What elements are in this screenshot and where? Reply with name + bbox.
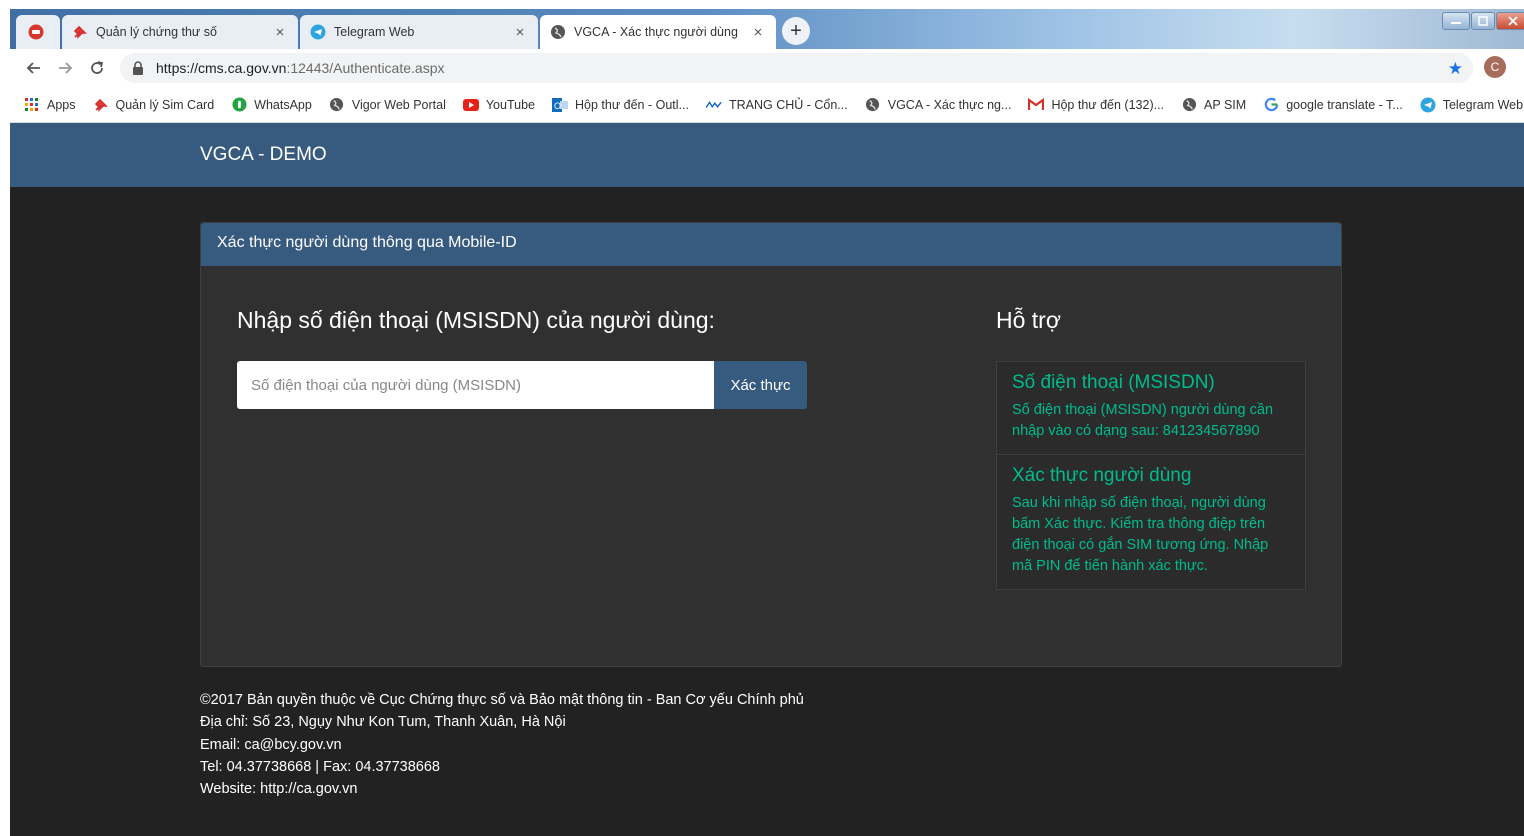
- telegram-icon: [310, 24, 326, 40]
- profile-avatar[interactable]: C: [1484, 56, 1506, 78]
- bookmark-label: AP SIM: [1204, 97, 1247, 112]
- bookmark-label: Vigor Web Portal: [351, 97, 446, 112]
- bookmark-vgca[interactable]: VGCA - Xác thực ng...: [865, 97, 1012, 113]
- footer-email: Email: ca@bcy.gov.vn: [200, 736, 342, 753]
- support-item-msisdn: Số điện thoại (MSISDN) Số điện thoại (MS…: [997, 362, 1305, 455]
- site-brand[interactable]: VGCA - DEMO: [200, 144, 327, 166]
- browser-window: Quản lý chứng thư số × Telegram Web × VG…: [10, 9, 1524, 836]
- minimize-button[interactable]: [1442, 12, 1470, 30]
- globe-icon: [865, 97, 881, 113]
- maximize-button[interactable]: [1471, 12, 1495, 30]
- site-footer: ©2017 Bản quyền thuộc về Cục Chứng thực …: [200, 689, 804, 800]
- panel-heading: Xác thực người dùng thông qua Mobile-ID: [201, 223, 1341, 266]
- close-icon[interactable]: ×: [750, 24, 766, 41]
- forward-button[interactable]: [53, 57, 77, 79]
- support-list: Số điện thoại (MSISDN) Số điện thoại (MS…: [996, 361, 1306, 590]
- footer-website: Website: http://ca.gov.vn: [200, 781, 358, 798]
- bookmark-label: VGCA - Xác thực ng...: [887, 97, 1012, 112]
- bookmark-google-translate[interactable]: google translate - T...: [1263, 97, 1403, 113]
- support-title: Hỗ trợ: [996, 307, 1061, 333]
- reload-button[interactable]: [85, 57, 109, 79]
- globe-icon: [550, 24, 566, 40]
- reload-icon: [91, 61, 104, 74]
- google-icon: [1263, 97, 1279, 113]
- msisdn-input-group: Xác thực: [237, 361, 807, 409]
- globe-icon: [1181, 97, 1197, 113]
- bookmark-label: Apps: [47, 97, 76, 112]
- authentication-panel: Xác thực người dùng thông qua Mobile-ID …: [200, 222, 1342, 667]
- support-item-text: Số điện thoại (MSISDN) người dùng cần nh…: [1012, 402, 1274, 439]
- bookmark-youtube[interactable]: YouTube: [462, 97, 535, 113]
- url-path: :12443/Authenticate.aspx: [286, 60, 445, 76]
- bookmark-label: Hộp thư đến - Outl...: [574, 97, 689, 112]
- arrow-right-icon: [59, 62, 73, 74]
- gmail-icon: [1028, 97, 1045, 113]
- tab-strip: Quản lý chứng thư số × Telegram Web × VG…: [10, 9, 1524, 49]
- support-item-text: Sau khi nhập số điện thoại, người dùng b…: [1012, 495, 1269, 574]
- bookmark-trang-chu[interactable]: TRANG CHỦ - Cổn...: [705, 97, 848, 113]
- bookmark-label: Quản lý Sim Card: [115, 97, 215, 112]
- bookmark-star-icon[interactable]: ★: [1448, 59, 1463, 79]
- bookmark-telegram-web[interactable]: Telegram Web: [1420, 97, 1523, 113]
- bookmark-whatsapp[interactable]: WhatsApp: [231, 97, 312, 113]
- globe-icon: [329, 97, 345, 113]
- bookmark-label: Telegram Web: [1442, 97, 1524, 112]
- tab-title: Quản lý chứng thư số: [96, 25, 217, 39]
- apps-grid-icon: [24, 97, 40, 113]
- lock-icon: [132, 61, 146, 75]
- bookmark-label: YouTube: [485, 97, 535, 112]
- verify-button[interactable]: Xác thực: [714, 361, 807, 409]
- support-item-title: Số điện thoại (MSISDN): [1012, 372, 1215, 393]
- window-close-button[interactable]: [1496, 12, 1524, 30]
- address-bar[interactable]: https://cms.ca.gov.vn:12443/Authenticate…: [120, 53, 1473, 83]
- bookmark-vigor-web-portal[interactable]: Vigor Web Portal: [329, 97, 446, 113]
- bookmark-ap-sim[interactable]: AP SIM: [1181, 97, 1246, 113]
- youtube-circle-icon: [28, 24, 44, 40]
- tab-telegram-web[interactable]: Telegram Web ×: [300, 15, 538, 49]
- tab-pinned[interactable]: [16, 15, 60, 49]
- new-tab-button[interactable]: +: [782, 17, 810, 45]
- whatsapp-icon: [231, 97, 247, 113]
- bookmarks-bar: Apps Quản lý Sim Card WhatsApp Vigor Web…: [10, 87, 1524, 123]
- svg-text:O: O: [554, 101, 561, 111]
- pin-icon: [72, 24, 88, 40]
- msisdn-input[interactable]: [237, 361, 714, 409]
- tab-title: Telegram Web: [334, 25, 415, 39]
- bookmark-label: WhatsApp: [254, 97, 312, 112]
- close-icon[interactable]: ×: [512, 24, 528, 41]
- bookmark-label: google translate - T...: [1286, 97, 1403, 112]
- footer-address: Địa chỉ: Số 23, Ngụy Như Kon Tum, Thanh …: [200, 714, 566, 731]
- support-item-authenticate: Xác thực người dùng Sau khi nhập số điện…: [997, 455, 1305, 589]
- browser-toolbar: https://cms.ca.gov.vn:12443/Authenticate…: [10, 49, 1524, 87]
- footer-phone: Tel: 04.37738668 | Fax: 04.37738668: [200, 758, 440, 775]
- support-item-title: Xác thực người dùng: [1012, 465, 1192, 486]
- close-icon[interactable]: ×: [272, 24, 288, 41]
- tab-vgca[interactable]: VGCA - Xác thực người dùng ×: [540, 15, 776, 49]
- bookmark-label: Hộp thư đến (132)...: [1051, 97, 1165, 112]
- tab-title: VGCA - Xác thực người dùng: [574, 25, 738, 39]
- bookmark-outlook[interactable]: O Hộp thư đến - Outl...: [551, 97, 689, 113]
- youtube-icon: [462, 97, 479, 113]
- arrow-left-icon: [26, 62, 40, 74]
- outlook-icon: O: [551, 97, 568, 113]
- url-host: https://cms.ca.gov.vn: [156, 60, 287, 76]
- footer-copyright: ©2017 Bản quyền thuộc về Cục Chứng thực …: [200, 692, 804, 708]
- site-navbar: VGCA - DEMO: [10, 123, 1524, 187]
- bookmark-label: TRANG CHỦ - Cổn...: [728, 97, 848, 112]
- telegram-icon: [1420, 97, 1436, 113]
- pin-icon: [93, 97, 109, 113]
- bookmark-quan-ly-sim-card[interactable]: Quản lý Sim Card: [93, 97, 215, 113]
- bookmark-apps[interactable]: Apps: [24, 97, 76, 113]
- back-button[interactable]: [22, 57, 46, 79]
- bookmark-gmail[interactable]: Hộp thư đến (132)...: [1028, 97, 1164, 113]
- tab-quan-ly-chung-thu[interactable]: Quản lý chứng thư số ×: [62, 15, 298, 49]
- site-icon: [705, 97, 722, 113]
- form-title: Nhập số điện thoại (MSISDN) của người dù…: [237, 307, 715, 333]
